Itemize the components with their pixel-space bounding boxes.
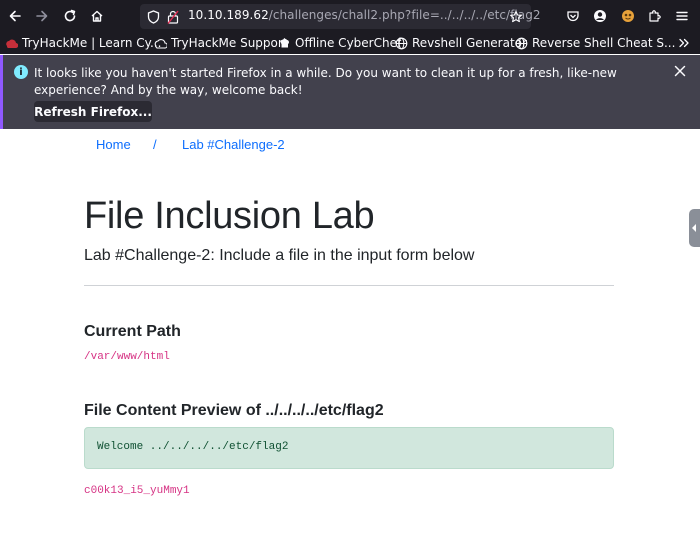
refresh-firefox-button[interactable]: Refresh Firefox...	[34, 101, 152, 122]
extension-icon[interactable]	[618, 6, 638, 26]
flag-text: c00k13_i5_yuMmy1	[84, 485, 190, 497]
back-icon[interactable]	[5, 6, 25, 26]
bookmark-label: Reverse Shell Cheat S...	[532, 36, 676, 50]
globe-icon	[395, 37, 408, 50]
bookmark-label: TryHackMe Support	[171, 36, 288, 50]
bookmarks-overflow-icon[interactable]	[678, 35, 690, 51]
bookmarks-toolbar: TryHackMe | Learn Cy... TryHackMe Suppor…	[0, 32, 700, 54]
current-path-heading: Current Path	[84, 323, 181, 340]
close-icon[interactable]	[672, 63, 688, 79]
breadcrumb-separator: /	[153, 137, 157, 152]
support-icon	[154, 37, 167, 50]
sidebar-toggle-handle[interactable]	[689, 209, 700, 247]
info-icon: i	[14, 65, 28, 79]
globe-icon	[515, 37, 528, 50]
extensions-puzzle-icon[interactable]	[644, 6, 664, 26]
bookmark-reverse-shell-cheat-sheet[interactable]: Reverse Shell Cheat S...	[515, 35, 675, 51]
file-preview-content: Welcome ../../../../etc/flag2	[97, 441, 289, 453]
notification-message: It looks like you haven't started Firefo…	[34, 66, 617, 97]
bookmark-tryhackme[interactable]: TryHackMe | Learn Cy...	[5, 35, 162, 51]
lock-icon[interactable]	[167, 9, 179, 28]
home-icon[interactable]	[87, 6, 107, 26]
url-path: /challenges/chall2.php?file=../../../../…	[268, 8, 541, 22]
page-content: Home / Lab #Challenge-2 File Inclusion L…	[0, 129, 700, 555]
tryhackme-icon	[5, 37, 18, 50]
bookmark-offline-cyberchef[interactable]: Offline CyberChef	[278, 35, 401, 51]
page-title: File Inclusion Lab	[84, 195, 375, 237]
shield-icon[interactable]	[147, 9, 160, 28]
file-preview-heading: File Content Preview of ../../../../etc/…	[84, 402, 384, 419]
bookmark-label: Offline CyberChef	[295, 36, 402, 50]
current-path-value: /var/www/html	[84, 351, 170, 363]
url-text[interactable]: 10.10.189.62/challenges/chall2.php?file=…	[188, 8, 541, 22]
breadcrumb-current[interactable]: Lab #Challenge-2	[182, 137, 285, 152]
pocket-icon[interactable]	[563, 6, 583, 26]
refresh-notification-bar: i It looks like you haven't started Fire…	[0, 55, 700, 129]
chef-icon	[278, 37, 291, 50]
page-subtitle: Lab #Challenge-2: Include a file in the …	[84, 247, 475, 264]
menu-icon[interactable]	[672, 6, 692, 26]
divider	[84, 285, 614, 286]
browser-toolbar: 10.10.189.62/challenges/chall2.php?file=…	[0, 0, 700, 32]
reload-icon[interactable]	[60, 6, 80, 26]
bookmark-revshell-generator[interactable]: Revshell Generator	[395, 35, 527, 51]
forward-icon[interactable]	[32, 6, 52, 26]
file-preview-box: Welcome ../../../../etc/flag2	[84, 427, 614, 469]
account-icon[interactable]	[590, 6, 610, 26]
url-host: 10.10.189.62	[188, 8, 269, 22]
url-bar[interactable]: 10.10.189.62/challenges/chall2.php?file=…	[140, 4, 541, 29]
bookmark-label: Revshell Generator	[412, 36, 527, 50]
bookmark-tryhackme-support[interactable]: TryHackMe Support	[154, 35, 288, 51]
star-icon[interactable]	[509, 9, 523, 28]
bookmark-label: TryHackMe | Learn Cy...	[22, 36, 162, 50]
breadcrumb-home-link[interactable]: Home	[96, 137, 131, 152]
